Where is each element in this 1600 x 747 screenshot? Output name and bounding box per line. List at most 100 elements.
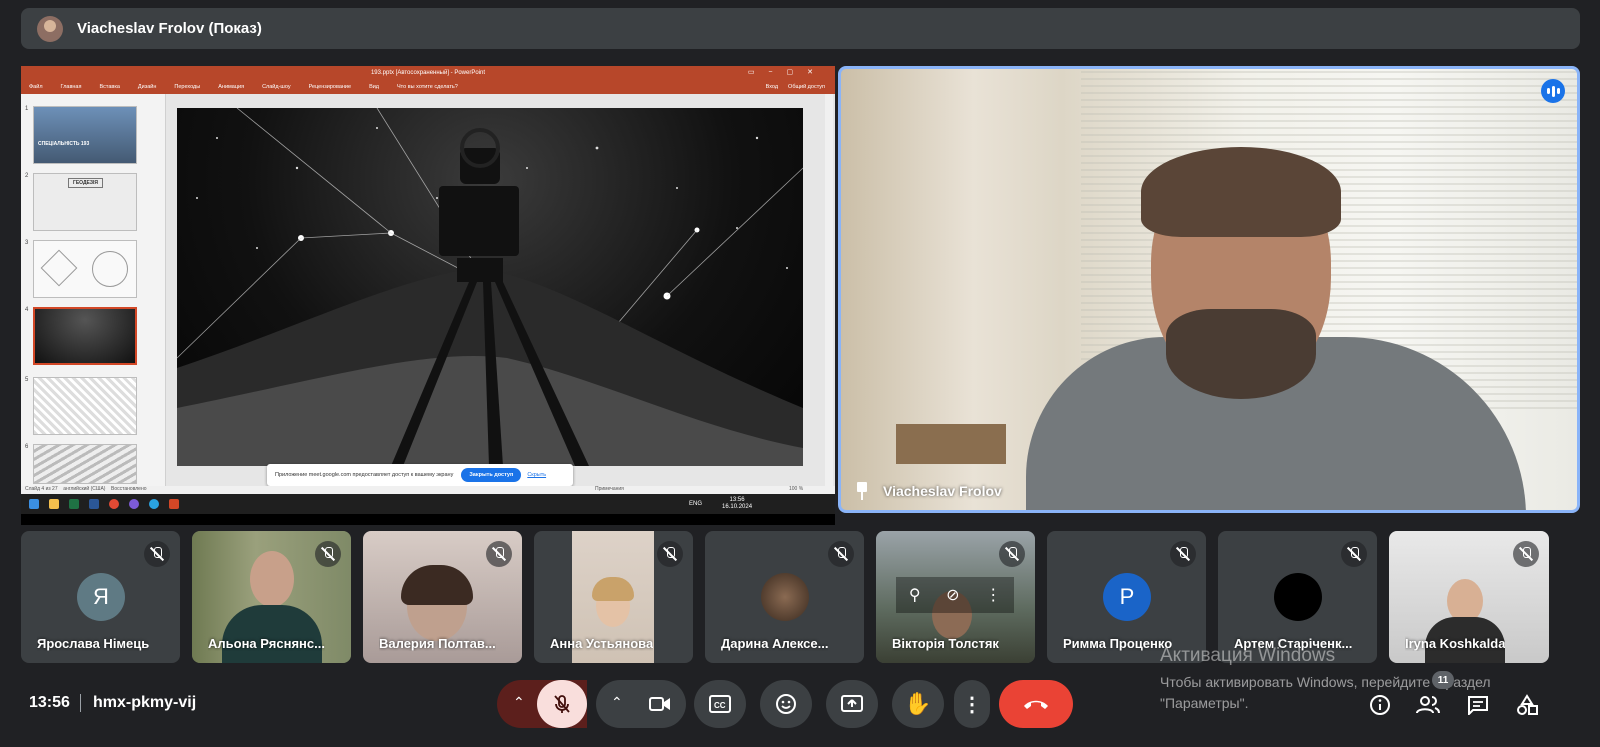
thumb-number: 5 [25, 377, 29, 383]
ppt-status-bar: Слайд 4 из 27 английский (США) Восстанов… [21, 486, 835, 494]
mic-toggle-button[interactable] [537, 680, 587, 728]
taskbar-date: 16.10.2024 [722, 504, 753, 510]
participant-tile[interactable]: Iryna Koshkalda [1389, 531, 1549, 663]
camera-icon[interactable] [648, 694, 672, 714]
participant-tile[interactable]: Альона Ряснянс... [192, 531, 351, 663]
notes-button: Примечания [595, 486, 624, 492]
mic-off-icon [315, 541, 341, 567]
thumb-caption: ГЕОДЕЗІЯ [68, 178, 104, 188]
thumb-caption: СПЕЦІАЛЬНІСТЬ 193 [38, 141, 90, 147]
participant-tile[interactable]: Валерия Полтав... [363, 531, 522, 663]
slide-editor [167, 94, 835, 486]
slide-thumbnail-active [33, 307, 137, 365]
stop-sharing-button[interactable]: Закрыть доступ [461, 468, 522, 482]
slide-thumbnails: 1 СПЕЦІАЛЬНІСТЬ 193 2 ГЕОДЕЗІЯ 3 4 5 6 [21, 94, 166, 486]
meeting-details-button[interactable] [1368, 693, 1392, 717]
thumb-number: 3 [25, 240, 29, 246]
excel-icon [69, 499, 79, 509]
taskbar-clock: 13:56 16.10.2024 [722, 497, 752, 511]
meeting-clock: 13:56 [29, 694, 70, 711]
ribbon-tab: Анимация [218, 84, 245, 90]
screen-share-tile[interactable]: 193.pptx [Автосохраненный] - PowerPoint … [21, 66, 835, 525]
mic-off-icon [999, 541, 1025, 567]
info-icon [1370, 695, 1390, 715]
participant-tile[interactable]: P Римма Проценко [1047, 531, 1206, 663]
reactions-button[interactable] [760, 680, 812, 728]
thumb-number: 6 [25, 444, 29, 450]
activities-icon [1517, 694, 1538, 715]
participant-tile[interactable]: Дарина Алексе... [705, 531, 864, 663]
ribbon-tab: Слайд-шоу [262, 84, 291, 90]
windows-taskbar: ENG 13:56 16.10.2024 [21, 494, 835, 514]
people-button[interactable] [1416, 693, 1440, 717]
leave-call-button[interactable] [999, 680, 1073, 728]
thumb-number: 1 [25, 106, 29, 112]
more-options-icon[interactable]: ⋮ [985, 585, 1001, 605]
emoji-icon [776, 694, 796, 714]
explorer-icon [49, 499, 59, 509]
raise-hand-button[interactable]: ✋ [892, 680, 944, 728]
speaker-hair [1141, 147, 1341, 237]
windows-start-icon [29, 499, 39, 509]
presenter-bar: Viacheslav Frolov (Показ) [21, 8, 1580, 49]
svg-text:CC: CC [714, 701, 726, 710]
ppt-title-bar: 193.pptx [Автосохраненный] - PowerPoint … [21, 66, 835, 80]
pin-icon[interactable]: ⚲ [909, 585, 921, 605]
status-restored: Восстановлено [111, 486, 147, 492]
desk [896, 424, 1006, 464]
more-vert-icon: ⋮ [962, 693, 982, 716]
speaker-tile[interactable]: Viacheslav Frolov [838, 66, 1580, 513]
powerpoint-icon [169, 499, 179, 509]
participant-name: Дарина Алексе... [721, 636, 829, 651]
presenter-avatar [37, 15, 63, 42]
theodolite-image [177, 108, 803, 466]
mic-off-icon [1513, 541, 1539, 567]
hide-banner-link[interactable]: Скрыть [527, 472, 546, 478]
screen-share-banner: Приложение meet.google.com предоставляет… [267, 464, 573, 486]
participant-name: Ярослава Німець [37, 636, 150, 651]
captions-button[interactable]: CC [694, 680, 746, 728]
mic-off-icon [1170, 541, 1196, 567]
divider [80, 694, 81, 712]
windows-activation-title: Активация Windows [1160, 645, 1336, 666]
pin-icon[interactable] [855, 482, 869, 500]
present-screen-icon [841, 695, 863, 712]
speaker-label: Viacheslav Frolov [855, 482, 1002, 500]
slide-scrollbar[interactable] [825, 94, 833, 486]
participant-avatar-photo [761, 573, 809, 621]
present-button[interactable] [826, 680, 878, 728]
slide-thumbnail: СПЕЦІАЛЬНІСТЬ 193 [33, 106, 137, 164]
speaking-indicator-icon [1541, 79, 1565, 103]
share-banner-text: Приложение meet.google.com предоставляет… [275, 472, 454, 478]
mic-off-icon [486, 541, 512, 567]
participant-name: Iryna Koshkalda [1405, 636, 1506, 651]
zoom-level: 100 % [789, 486, 804, 492]
activities-button[interactable] [1515, 693, 1539, 717]
tile-hover-controls[interactable]: ⚲ ⊘ ⋮ [896, 577, 1014, 613]
participant-name: Вікторія Толстяк [892, 636, 999, 651]
presenter-label: Viacheslav Frolov (Показ) [77, 20, 262, 37]
participant-strip: Я Ярослава Німець Альона Ряснянс... Вале… [21, 531, 1581, 663]
chat-button[interactable] [1466, 693, 1490, 717]
thumb-number: 2 [25, 173, 29, 179]
participant-tile[interactable]: ⚲ ⊘ ⋮ Вікторія Толстяк [876, 531, 1035, 663]
participant-name: Валерия Полтав... [379, 636, 496, 651]
participant-tile[interactable]: Я Ярослава Німець [21, 531, 180, 663]
taskbar-time: 13:56 [729, 497, 745, 503]
participant-tile[interactable]: Артем Старіченк... [1218, 531, 1377, 663]
ribbon-tab: Главная [60, 84, 82, 90]
mic-off-icon [828, 541, 854, 567]
participant-tile[interactable]: Анна Устьянова [534, 531, 693, 663]
word-icon [89, 499, 99, 509]
more-options-button[interactable]: ⋮ [954, 680, 990, 728]
ribbon-tab: Переходы [174, 84, 201, 90]
chrome-icon [109, 499, 119, 509]
chevron-up-icon[interactable]: ⌃ [611, 694, 623, 711]
video-group: ⌃ [596, 680, 686, 728]
participant-avatar: P [1103, 573, 1151, 621]
participant-name: Римма Проценко [1063, 636, 1173, 651]
mute-participant-icon[interactable]: ⊘ [946, 585, 959, 605]
chevron-up-icon: ⌃ [513, 694, 525, 710]
slide-thumbnail [33, 377, 137, 435]
ribbon-tab: Файл [29, 84, 43, 90]
